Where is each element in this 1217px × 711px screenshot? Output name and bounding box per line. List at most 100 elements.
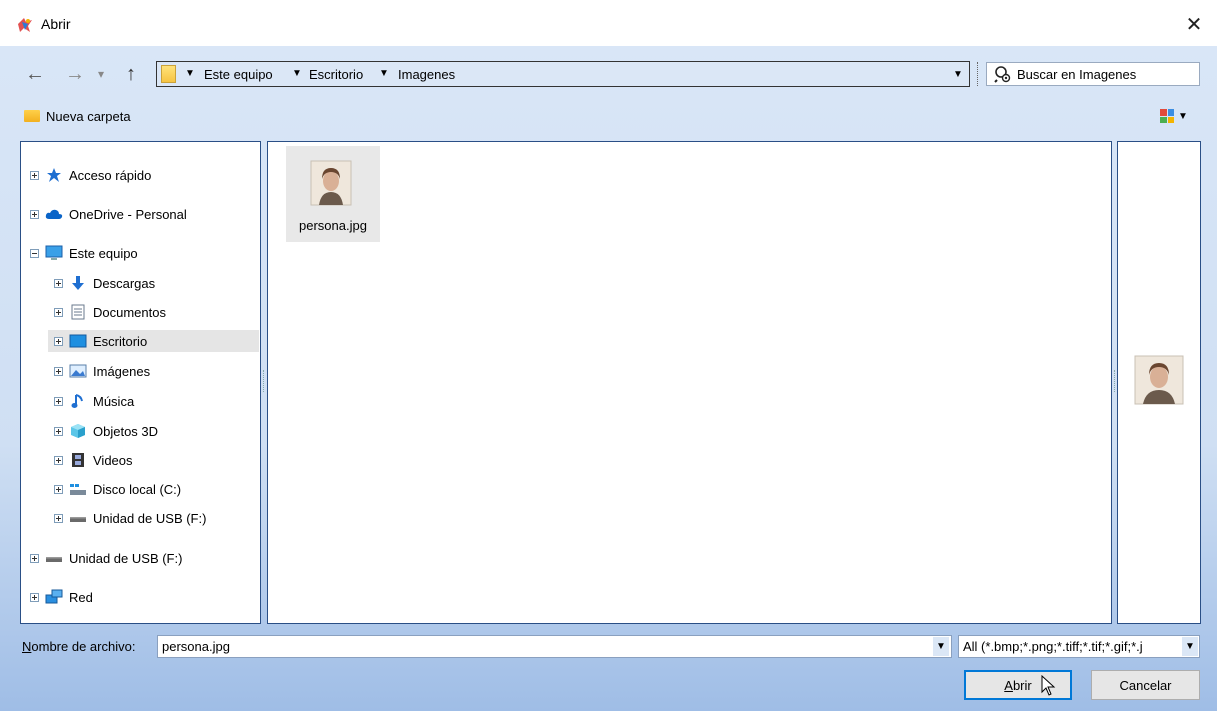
tree-item-label: Unidad de USB (F:): [69, 550, 183, 566]
view-grid-icon: [1160, 109, 1174, 123]
tree-item-acceso-rapido[interactable]: Acceso rápido: [30, 164, 151, 186]
open-label: brir: [1012, 677, 1032, 693]
expand-icon[interactable]: [30, 592, 39, 602]
tree-item-label: Música: [93, 393, 135, 409]
tree-item-label: Acceso rápido: [69, 167, 152, 183]
pane-splitter[interactable]: [263, 370, 266, 392]
forward-button[interactable]: →: [62, 61, 88, 87]
close-button[interactable]: ✕: [1179, 10, 1209, 38]
mouse-cursor-icon: [1041, 675, 1056, 696]
address-bar[interactable]: ▼ Este equipo ▼ Escritorio ▼ Imagenes ▼: [156, 61, 970, 87]
filename-dropdown-button[interactable]: ▼: [933, 637, 949, 656]
preview-image: [1134, 355, 1184, 405]
expand-icon[interactable]: [54, 278, 63, 288]
expand-icon[interactable]: [54, 307, 63, 317]
tree-item-label: Documentos: [93, 304, 166, 320]
window-title: Abrir: [41, 16, 71, 32]
tree-item-usb-nested[interactable]: Unidad de USB (F:): [54, 507, 206, 529]
tree-item-descargas[interactable]: Descargas: [54, 272, 155, 294]
open-accesskey: A: [1004, 677, 1013, 693]
chevron-down-icon: ▾: [97, 67, 105, 81]
breadcrumb-item-imagenes[interactable]: Imagenes: [398, 67, 455, 82]
view-options-button[interactable]: ▼: [1160, 107, 1202, 125]
tree-item-label: Este equipo: [69, 245, 138, 261]
expand-icon[interactable]: [30, 170, 39, 180]
tree-item-imagenes[interactable]: Imágenes: [54, 360, 150, 382]
tree-item-label: Descargas: [93, 275, 156, 291]
tree-item-label: Disco local (C:): [93, 481, 182, 497]
filetype-value: All (*.bmp;*.png;*.tiff;*.tif;*.gif;*.j: [963, 639, 1143, 654]
expand-icon[interactable]: [54, 396, 63, 406]
star-icon: [45, 167, 63, 183]
breadcrumb-arrow-icon: ▼: [292, 68, 302, 79]
search-input[interactable]: Buscar en Imagenes: [986, 62, 1200, 86]
expand-icon[interactable]: [30, 209, 39, 219]
tree-item-usb[interactable]: Unidad de USB (F:): [30, 547, 182, 569]
filetype-select[interactable]: All (*.bmp;*.png;*.tiff;*.tif;*.gif;*.j: [958, 635, 1200, 658]
close-icon: ✕: [1185, 13, 1203, 36]
cube-icon: [69, 423, 87, 439]
breadcrumb-item-este-equipo[interactable]: Este equipo: [204, 67, 273, 82]
forward-arrow-icon: →: [65, 62, 85, 85]
desktop-icon: [69, 333, 87, 349]
tree-item-este-equipo[interactable]: Este equipo: [30, 242, 138, 264]
tree-item-videos[interactable]: Videos: [54, 449, 133, 471]
expand-icon[interactable]: [54, 455, 63, 465]
expand-icon[interactable]: [54, 366, 63, 376]
search-placeholder: Buscar en Imagenes: [1017, 67, 1137, 82]
filename-label: Nombre de archivo:: [22, 639, 135, 654]
search-icon: [994, 66, 1011, 83]
new-folder-button[interactable]: Nueva carpeta: [24, 106, 131, 126]
tree-item-disco-local[interactable]: Disco local (C:): [54, 478, 181, 500]
tree-item-onedrive[interactable]: OneDrive - Personal: [30, 203, 187, 225]
tree-item-label: Escritorio: [93, 333, 148, 349]
tree-item-label: Objetos 3D: [93, 423, 159, 439]
filename-value: persona.jpg: [162, 639, 230, 654]
app-icon: [18, 18, 32, 32]
new-folder-icon: [24, 110, 40, 122]
pane-splitter[interactable]: [1114, 370, 1117, 392]
tree-item-label: Red: [69, 589, 93, 605]
tree-item-musica[interactable]: Música: [54, 390, 134, 412]
portrait-thumbnail-icon: [310, 160, 352, 206]
folder-icon: [161, 65, 176, 83]
chevron-down-icon: ▼: [1185, 641, 1195, 652]
up-button[interactable]: ↑: [118, 61, 144, 87]
expand-icon[interactable]: [54, 484, 63, 494]
back-button[interactable]: ←: [22, 61, 48, 87]
tree-item-escritorio[interactable]: Escritorio: [48, 330, 259, 352]
expand-icon[interactable]: [54, 426, 63, 436]
computer-icon: [45, 245, 63, 261]
address-dropdown-button[interactable]: ▼: [951, 66, 965, 82]
document-icon: [69, 304, 87, 320]
usb-drive-icon: [45, 550, 63, 566]
expand-icon[interactable]: [30, 553, 39, 563]
tree-item-label: Unidad de USB (F:): [93, 510, 207, 526]
filename-label-accesskey: N: [22, 639, 32, 654]
drive-icon: [69, 481, 87, 497]
file-list-pane[interactable]: [267, 141, 1112, 624]
tree-item-red[interactable]: Red: [30, 586, 93, 608]
filename-field[interactable]: persona.jpg: [157, 635, 952, 658]
cancel-button[interactable]: Cancelar: [1091, 670, 1200, 700]
tree-item-objetos-3d[interactable]: Objetos 3D: [54, 420, 158, 442]
title-bar: Abrir ✕: [0, 0, 1217, 46]
file-item-persona[interactable]: persona.jpg: [286, 146, 380, 242]
tree-item-documentos[interactable]: Documentos: [54, 301, 166, 323]
filename-label-text: ombre de archivo:: [31, 639, 136, 654]
expand-icon[interactable]: [54, 336, 63, 346]
breadcrumb-item-escritorio[interactable]: Escritorio: [309, 67, 363, 82]
expand-icon[interactable]: [54, 513, 63, 523]
film-icon: [69, 452, 87, 468]
breadcrumb-arrow-icon: ▼: [185, 68, 195, 79]
up-arrow-icon: ↑: [126, 62, 136, 85]
filetype-dropdown-button[interactable]: ▼: [1182, 637, 1198, 656]
tree-item-label: Videos: [93, 452, 133, 468]
new-folder-label: Nueva carpeta: [46, 108, 131, 124]
back-arrow-icon: ←: [25, 62, 45, 85]
network-icon: [45, 589, 63, 605]
collapse-icon[interactable]: [30, 248, 39, 258]
open-file-dialog: Abrir ✕ ← → ▾ ↑ ▼ Este equipo ▼ Escritor…: [0, 0, 1217, 711]
tree-item-label: OneDrive - Personal: [69, 206, 187, 222]
recent-locations-button[interactable]: ▾: [94, 61, 108, 87]
